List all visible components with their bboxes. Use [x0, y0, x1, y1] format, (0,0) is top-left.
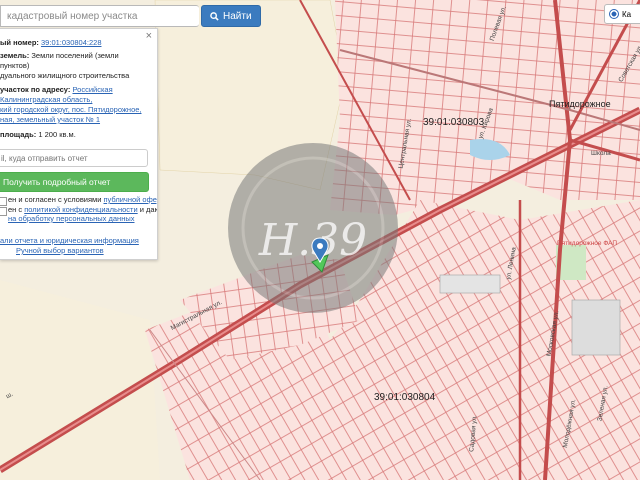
cadastral-number-link[interactable]: 39:01:030804:228 — [41, 38, 101, 47]
area-value: 1 200 кв.м. — [38, 130, 76, 139]
address-link-4[interactable]: ная, земельный участок № 1 — [0, 115, 100, 125]
privacy-text-post: и даю — [137, 205, 158, 214]
offer-consent-text: ен и согласен с условиями — [8, 195, 104, 204]
label-school: Школа — [591, 150, 611, 157]
privacy-checkbox[interactable] — [0, 207, 7, 216]
manual-selection-link[interactable]: Ручной выбор вариантов — [16, 246, 104, 256]
close-icon[interactable]: × — [146, 31, 152, 42]
offer-link[interactable]: публичной оферты — [104, 195, 158, 204]
search-button[interactable]: Найти — [201, 5, 261, 27]
label-fap: Пятидорожное ФАП — [557, 240, 618, 247]
watermark-text: Н.39 — [258, 215, 367, 266]
permitted-use: дуального жилищного строительства — [0, 71, 130, 80]
cadastral-number-label: ый номер: — [0, 38, 39, 47]
get-report-button[interactable]: Получить подробный отчет — [0, 172, 149, 192]
privacy-link[interactable]: политикой конфиденциальности — [24, 205, 137, 214]
layer-toggle[interactable]: Ка — [604, 4, 640, 24]
address-link-3[interactable]: кий городской округ, пос. Пятидорожное, — [0, 105, 142, 115]
search-button-label: Найти — [223, 10, 252, 22]
radio-icon — [609, 9, 619, 19]
search-icon — [210, 11, 219, 21]
village-label: Пятидорожное — [549, 99, 611, 109]
cadastral-block-label-2: 39:01:030804 — [374, 392, 436, 403]
land-category-cont: пунктов) — [0, 61, 30, 70]
email-field[interactable] — [0, 149, 148, 167]
offer-checkbox[interactable] — [0, 197, 7, 206]
privacy-text: ен с — [8, 205, 25, 214]
search-input[interactable] — [0, 5, 199, 27]
search-bar: Найти — [0, 5, 261, 27]
layer-toggle-label: Ка — [622, 9, 632, 19]
address-label: участок по адресу: — [0, 85, 71, 94]
area-label: площадь: — [0, 130, 37, 139]
land-category-label: земель: — [0, 51, 30, 60]
land-category-value: Земли поселений (земли — [31, 51, 119, 60]
personal-data-link[interactable]: на обработку персональных данных — [8, 214, 135, 224]
address-link-1[interactable]: Российская — [72, 85, 112, 94]
parcel-info-panel: × ый номер: 39:01:030804:228 земель: Зем… — [0, 28, 158, 260]
report-details-link[interactable]: али отчета и юридическая информация — [0, 236, 139, 246]
cadastral-block-label-1: 39:01:030803 — [423, 117, 485, 128]
address-link-2[interactable]: Калининградская область, — [0, 95, 92, 105]
